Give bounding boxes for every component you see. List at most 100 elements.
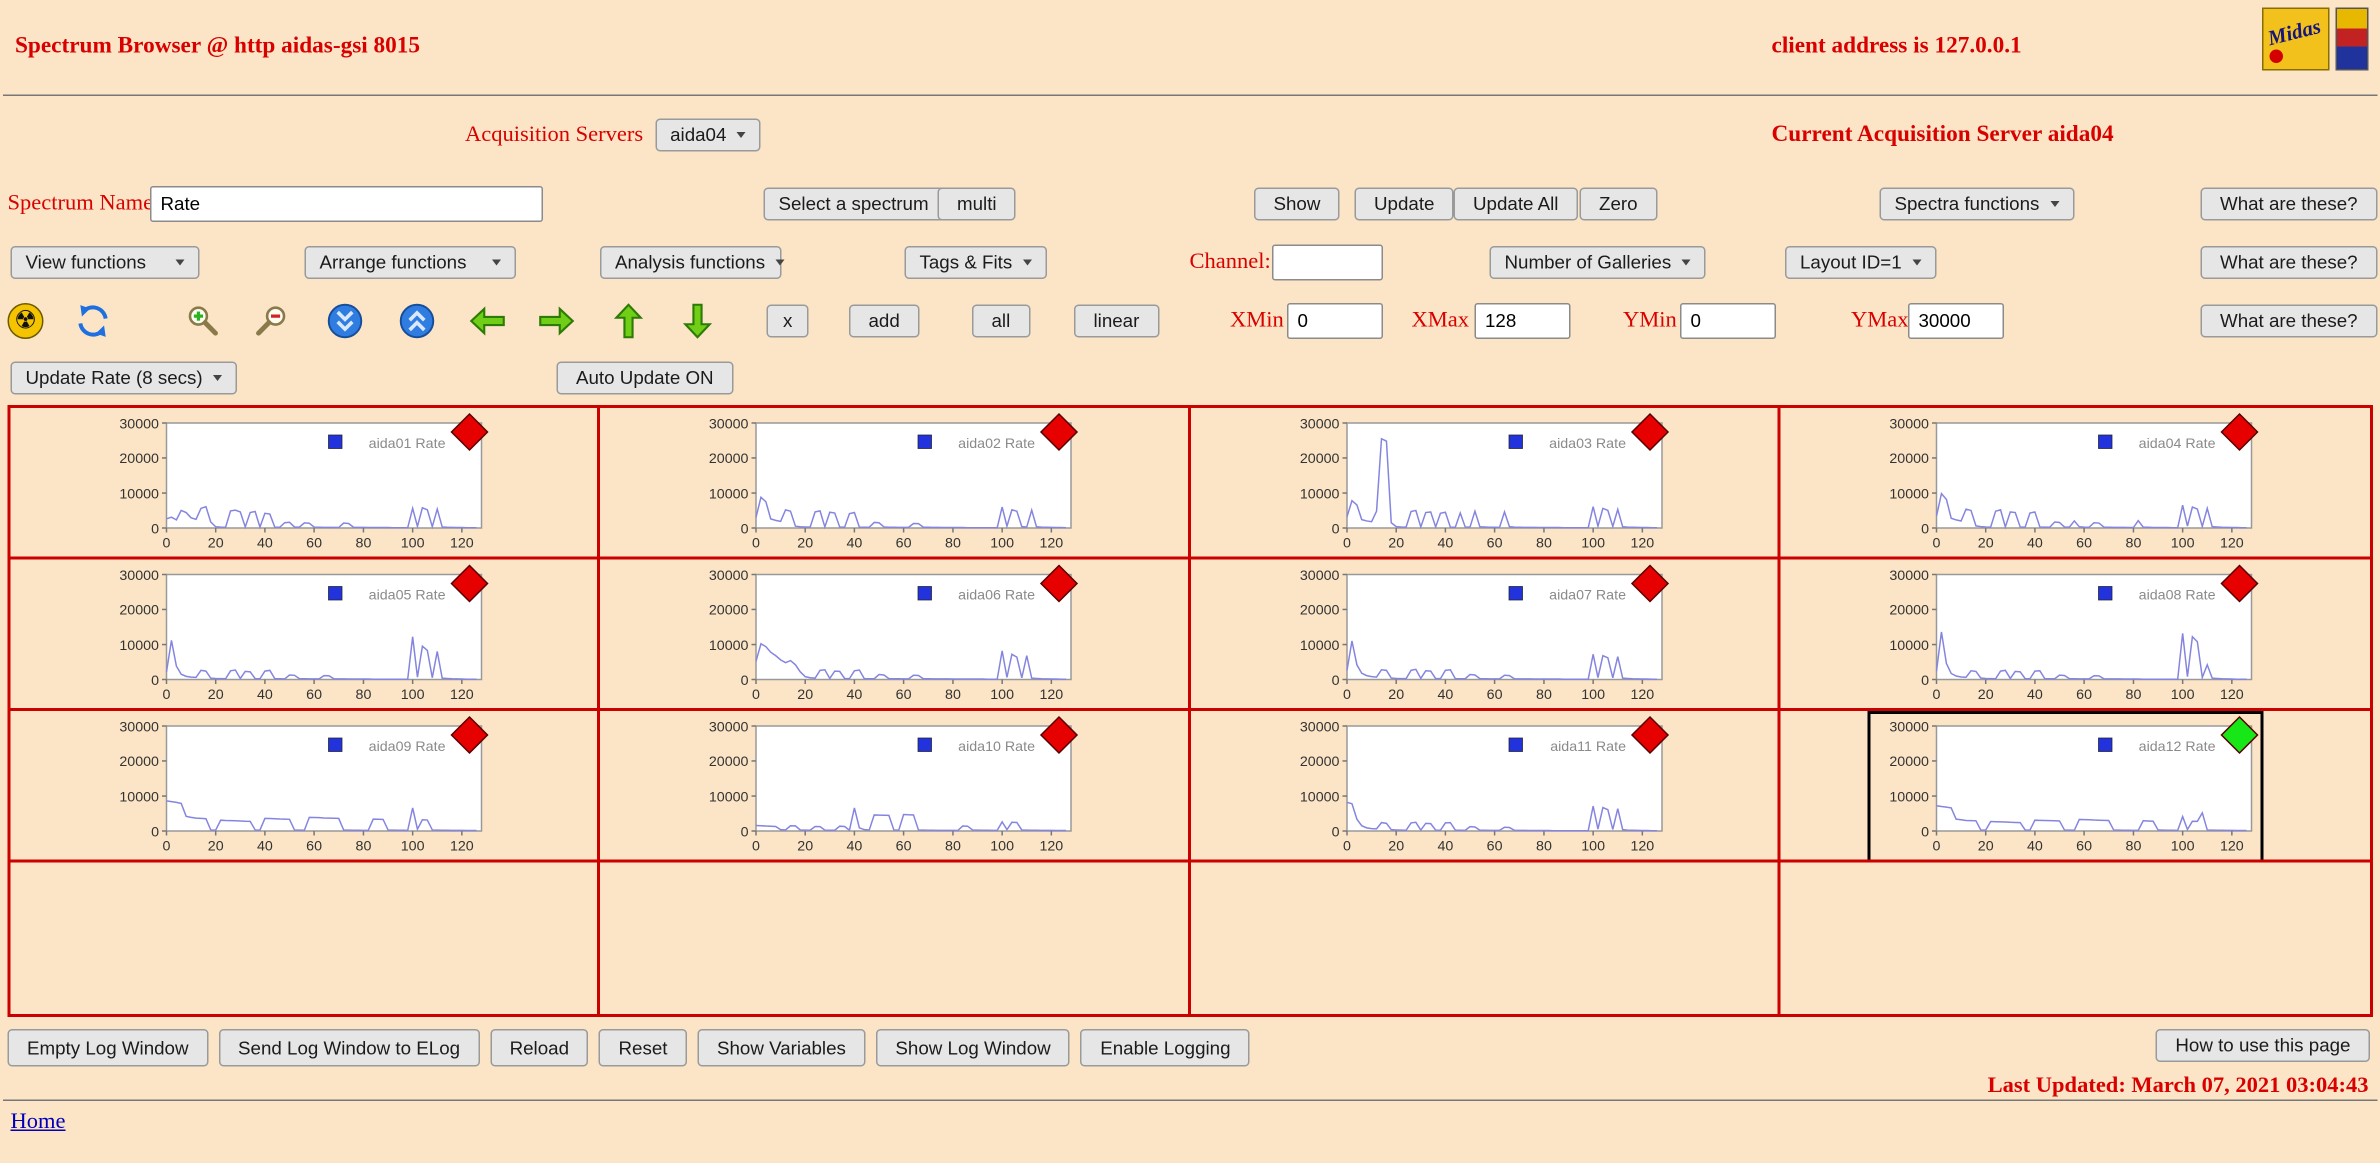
scroll-down-icon[interactable] xyxy=(326,302,365,341)
spectrum-chart-aida10[interactable]: 0100002000030000020406080100120aida10 Ra… xyxy=(687,711,1083,863)
linear-button[interactable]: linear xyxy=(1074,305,1159,338)
auto-update-button[interactable]: Auto Update ON xyxy=(557,362,734,395)
legend-label: aida04 Rate xyxy=(2138,436,2215,452)
gallery-cell[interactable]: 0100002000030000020406080100120aida10 Ra… xyxy=(600,711,1190,863)
pan-down-icon[interactable] xyxy=(678,302,717,341)
pan-up-icon[interactable] xyxy=(609,302,648,341)
update-all-button[interactable]: Update All xyxy=(1454,188,1578,221)
channel-input[interactable] xyxy=(1272,245,1383,281)
svg-text:20: 20 xyxy=(798,536,814,552)
gallery-cell[interactable]: 0100002000030000020406080100120aida02 Ra… xyxy=(600,408,1190,560)
chevron-down-icon xyxy=(737,132,746,138)
spectrum-chart-aida04[interactable]: 0100002000030000020406080100120aida04 Ra… xyxy=(1867,408,2263,560)
spectrum-chart-aida07[interactable]: 0100002000030000020406080100120aida07 Ra… xyxy=(1277,560,1673,712)
spectrum-chart-aida02[interactable]: 0100002000030000020406080100120aida02 Ra… xyxy=(687,408,1083,560)
xmax-input[interactable] xyxy=(1475,303,1571,339)
acquisition-server-group: Acquisition Servers aida04 xyxy=(465,119,761,152)
ymin-input[interactable] xyxy=(1680,303,1776,339)
zero-button[interactable]: Zero xyxy=(1580,188,1658,221)
select-spectrum-dropdown[interactable]: Select a spectrum xyxy=(764,188,964,221)
acquisition-server-select[interactable]: aida04 xyxy=(655,119,761,152)
show-variables-button[interactable]: Show Variables xyxy=(698,1029,866,1067)
gallery-cell[interactable]: 0100002000030000020406080100120aida06 Ra… xyxy=(600,560,1190,712)
legend-label: aida09 Rate xyxy=(369,739,446,755)
home-link[interactable]: Home xyxy=(11,1110,66,1136)
svg-text:60: 60 xyxy=(2076,687,2092,703)
zoom-out-icon[interactable] xyxy=(252,302,291,341)
svg-text:40: 40 xyxy=(2027,687,2043,703)
x-button[interactable]: x xyxy=(767,305,809,338)
show-log-button[interactable]: Show Log Window xyxy=(876,1029,1070,1067)
what-are-these-button[interactable]: What are these? xyxy=(2201,305,2378,338)
gallery-cell[interactable]: 0100002000030000020406080100120aida05 Ra… xyxy=(11,560,601,712)
enable-logging-button[interactable]: Enable Logging xyxy=(1081,1029,1250,1067)
multi-button[interactable]: multi xyxy=(938,188,1017,221)
svg-text:80: 80 xyxy=(1535,687,1551,703)
spectrum-chart-aida05[interactable]: 0100002000030000020406080100120aida05 Ra… xyxy=(98,560,494,712)
legend-square-icon xyxy=(2098,738,2112,752)
svg-text:10000: 10000 xyxy=(119,486,159,502)
svg-text:100: 100 xyxy=(401,536,425,552)
svg-text:100: 100 xyxy=(991,687,1015,703)
show-button[interactable]: Show xyxy=(1254,188,1340,221)
tags-fits-dropdown[interactable]: Tags & Fits xyxy=(905,246,1047,279)
what-are-these-button[interactable]: What are these? xyxy=(2201,246,2378,279)
send-elog-button[interactable]: Send Log Window to ELog xyxy=(219,1029,480,1067)
svg-text:30000: 30000 xyxy=(119,719,159,735)
gallery-cell[interactable]: 0100002000030000020406080100120aida08 Ra… xyxy=(1780,560,2370,712)
ymax-input[interactable] xyxy=(1908,303,2004,339)
spectrum-chart-aida01[interactable]: 0100002000030000020406080100120aida01 Ra… xyxy=(98,408,494,560)
spectrum-chart-aida11[interactable]: 0100002000030000020406080100120aida11 Ra… xyxy=(1277,711,1673,863)
svg-text:20: 20 xyxy=(798,839,814,855)
svg-text:10000: 10000 xyxy=(1889,789,1929,805)
svg-text:0: 0 xyxy=(1331,521,1339,537)
arrange-functions-dropdown[interactable]: Arrange functions xyxy=(305,246,517,279)
empty-log-button[interactable]: Empty Log Window xyxy=(8,1029,209,1067)
gallery-cell[interactable]: 0100002000030000020406080100120aida04 Ra… xyxy=(1780,408,2370,560)
spectrum-chart-aida12[interactable]: 0100002000030000020406080100120aida12 Ra… xyxy=(1867,711,2263,863)
gallery-cell[interactable]: 0100002000030000020406080100120aida11 Ra… xyxy=(1190,711,1780,863)
gallery-cell[interactable]: 0100002000030000020406080100120aida03 Ra… xyxy=(1190,408,1780,560)
zoom-in-icon[interactable] xyxy=(183,302,222,341)
svg-text:10000: 10000 xyxy=(1299,789,1339,805)
layout-id-dropdown[interactable]: Layout ID=1 xyxy=(1785,246,1936,279)
svg-text:40: 40 xyxy=(1437,839,1453,855)
acquisition-servers-label: Acquisition Servers xyxy=(465,122,643,148)
gallery-cell[interactable]: 0100002000030000020406080100120aida12 Ra… xyxy=(1780,711,2370,863)
page: Spectrum Browser @ http aidas-gsi 8015 c… xyxy=(0,0,2380,1163)
all-button[interactable]: all xyxy=(972,305,1030,338)
svg-text:40: 40 xyxy=(847,536,863,552)
svg-text:120: 120 xyxy=(2220,536,2244,552)
legend-square-icon xyxy=(918,587,932,601)
how-to-use-button[interactable]: How to use this page xyxy=(2156,1029,2370,1062)
analysis-functions-dropdown[interactable]: Analysis functions xyxy=(600,246,782,279)
spectrum-chart-aida08[interactable]: 0100002000030000020406080100120aida08 Ra… xyxy=(1867,560,2263,712)
view-functions-dropdown[interactable]: View functions xyxy=(11,246,200,279)
reset-button[interactable]: Reset xyxy=(599,1029,687,1067)
logos: Midas xyxy=(2262,8,2369,71)
spectrum-chart-aida03[interactable]: 0100002000030000020406080100120aida03 Ra… xyxy=(1277,408,1673,560)
svg-text:20: 20 xyxy=(1977,839,1993,855)
xmin-input[interactable] xyxy=(1287,303,1383,339)
gallery-cell[interactable]: 0100002000030000020406080100120aida01 Ra… xyxy=(11,408,601,560)
svg-text:60: 60 xyxy=(896,839,912,855)
number-of-galleries-dropdown[interactable]: Number of Galleries xyxy=(1490,246,1706,279)
svg-text:20: 20 xyxy=(1388,536,1404,552)
update-button[interactable]: Update xyxy=(1355,188,1454,221)
gallery-cell[interactable]: 0100002000030000020406080100120aida07 Ra… xyxy=(1190,560,1780,712)
gallery-cell[interactable]: 0100002000030000020406080100120aida09 Ra… xyxy=(11,711,601,863)
what-are-these-button[interactable]: What are these? xyxy=(2201,188,2378,221)
refresh-icon[interactable] xyxy=(74,302,113,341)
pan-left-icon[interactable] xyxy=(468,302,507,341)
spectrum-chart-aida09[interactable]: 0100002000030000020406080100120aida09 Ra… xyxy=(98,711,494,863)
spectrum-chart-aida06[interactable]: 0100002000030000020406080100120aida06 Ra… xyxy=(687,560,1083,712)
update-rate-dropdown[interactable]: Update Rate (8 secs) xyxy=(11,362,238,395)
add-button[interactable]: add xyxy=(849,305,919,338)
reload-button[interactable]: Reload xyxy=(490,1029,588,1067)
scroll-up-icon[interactable] xyxy=(398,302,437,341)
svg-text:20000: 20000 xyxy=(119,603,159,619)
spectrum-name-input[interactable] xyxy=(150,186,543,222)
spectra-functions-dropdown[interactable]: Spectra functions xyxy=(1880,188,2074,221)
radiation-icon[interactable]: ☢ xyxy=(8,303,44,339)
pan-right-icon[interactable] xyxy=(537,302,576,341)
